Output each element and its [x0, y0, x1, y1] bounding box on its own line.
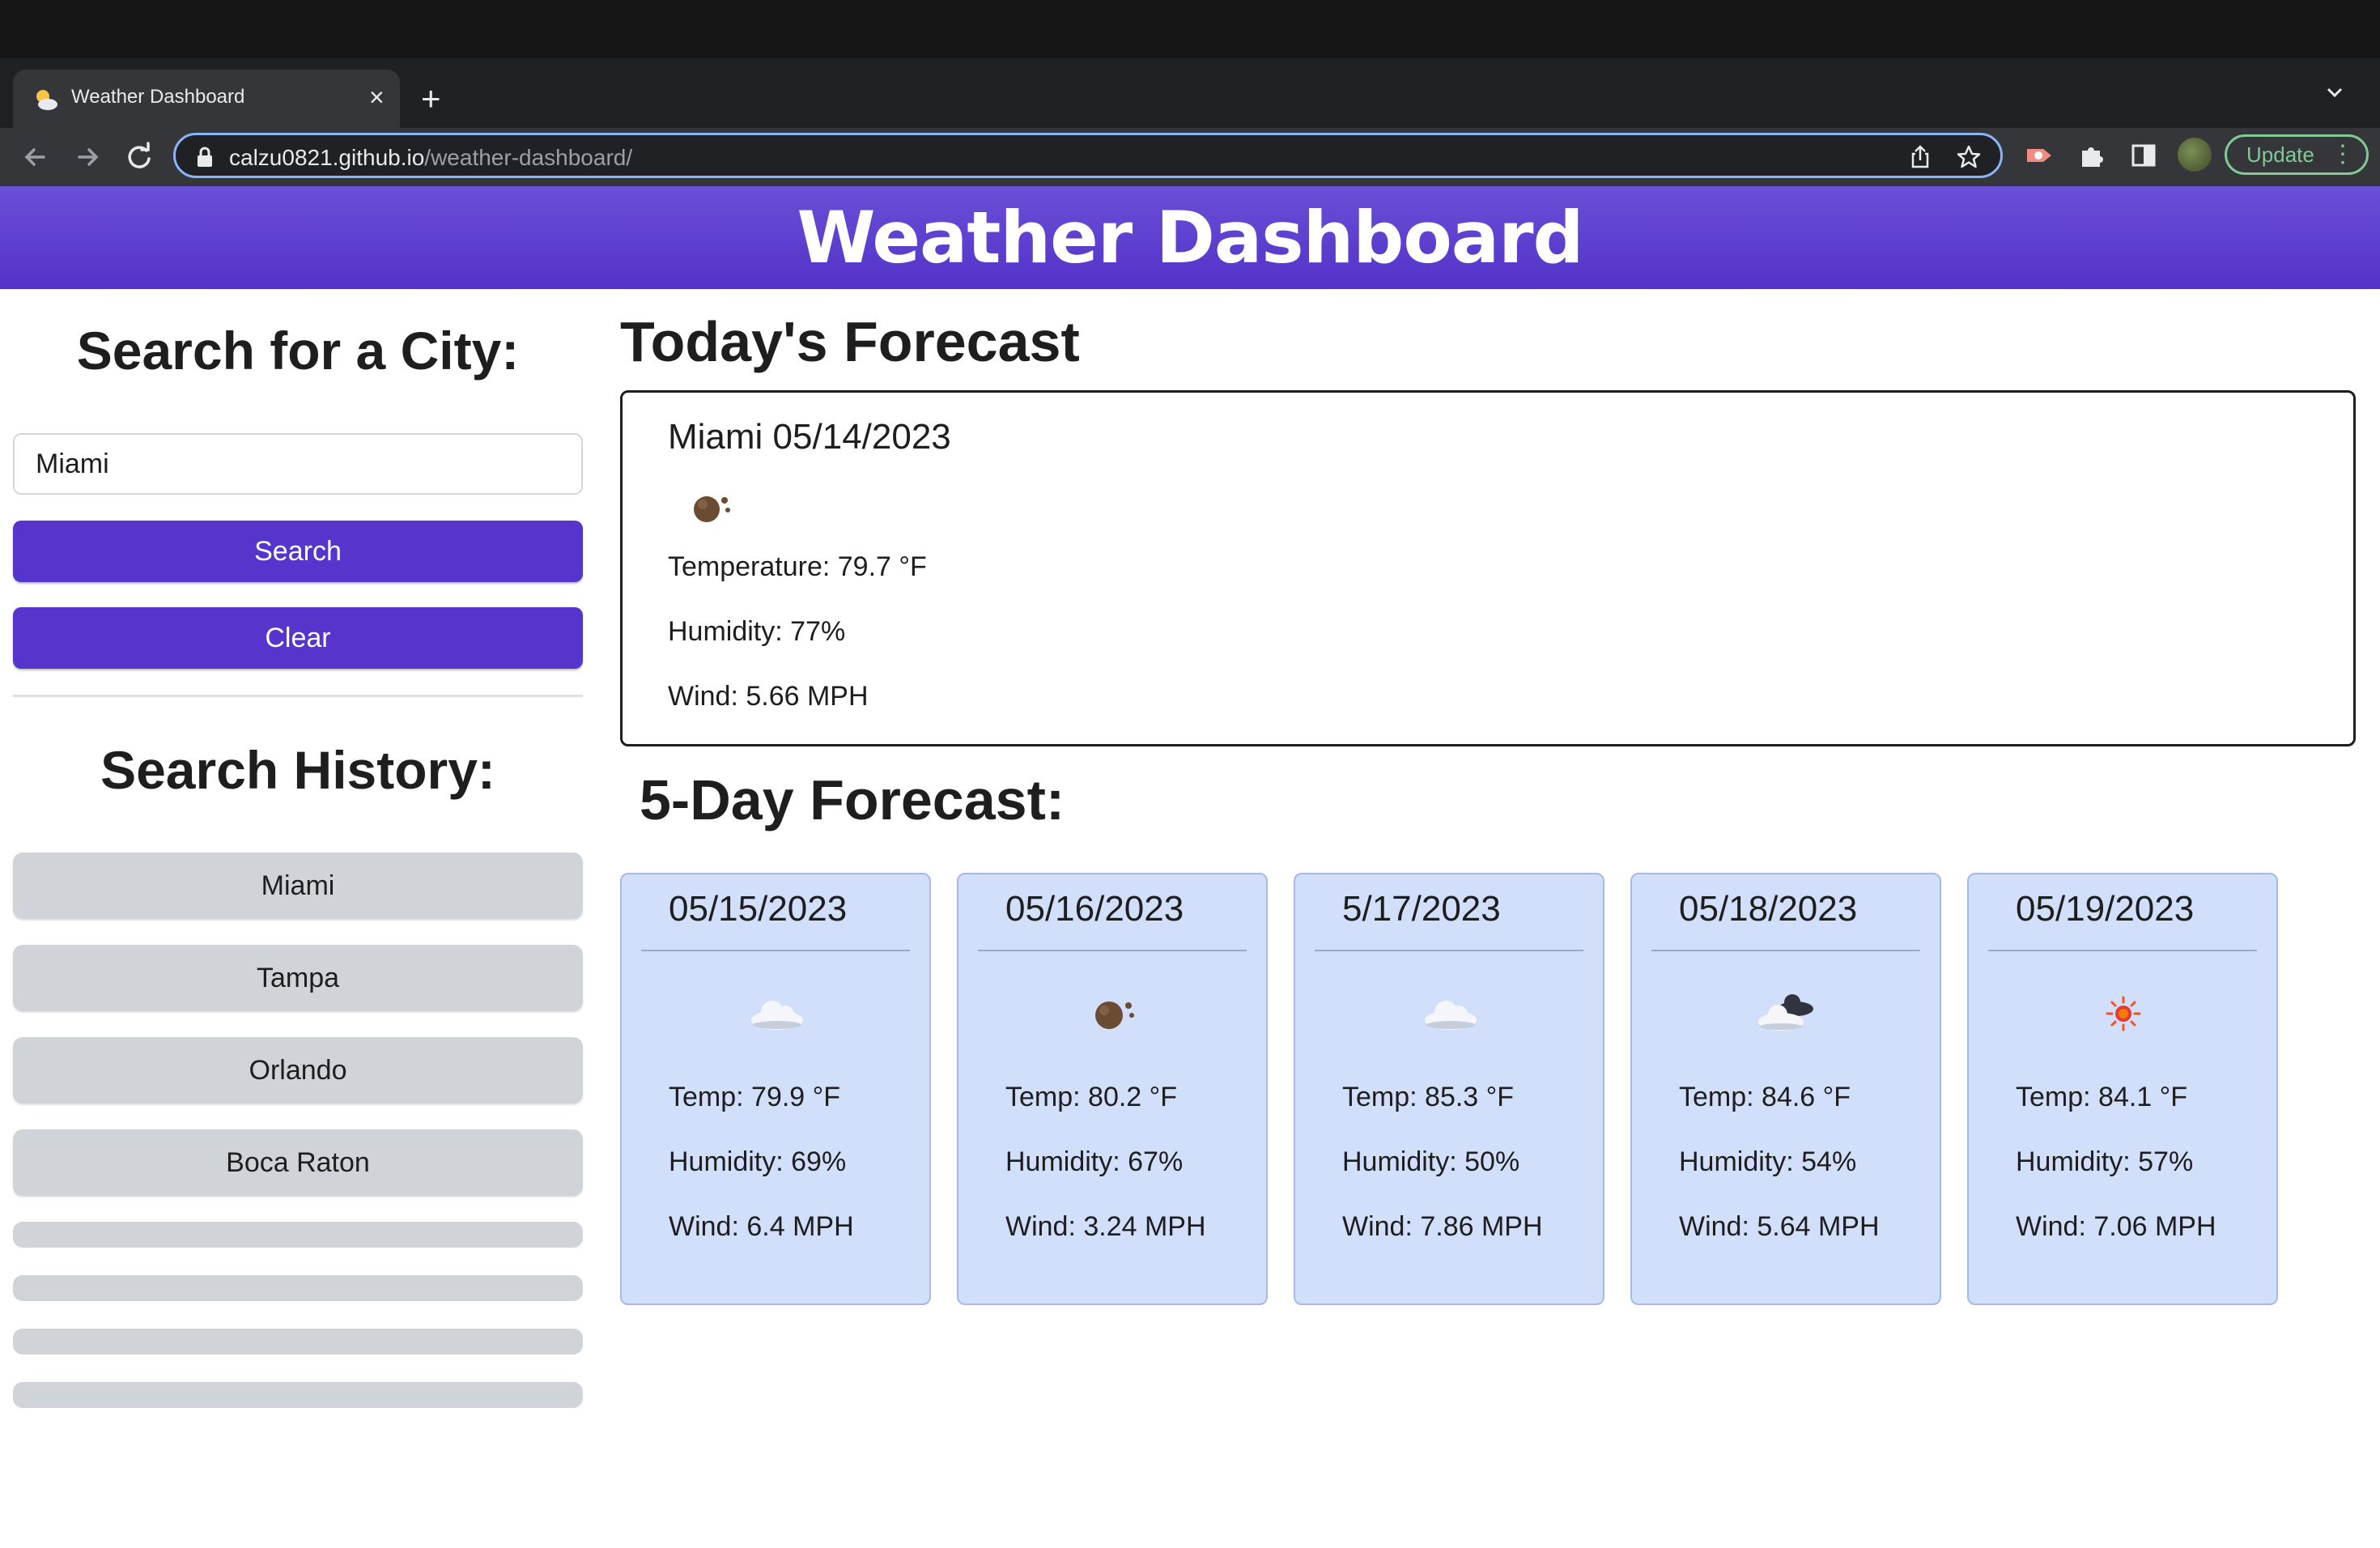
partly-cloudy-icon: [36, 90, 57, 110]
os-top-bar: [0, 0, 2380, 58]
history-button-orlando[interactable]: Orlando: [13, 1037, 583, 1104]
today-card: Miami 05/14/2023 Temperature: 79.7 °F Hu…: [620, 390, 2356, 746]
forecast-divider: [978, 950, 1247, 951]
url-host: calzu0821.github.io: [229, 145, 425, 170]
forecast-humidity: Humidity: 57%: [2016, 1146, 2194, 1177]
forecast-humidity: Humidity: 50%: [1342, 1146, 1520, 1177]
history-button-empty[interactable]: [13, 1275, 583, 1301]
lock-icon[interactable]: [195, 147, 215, 168]
forecast-wind: Wind: 3.24 MPH: [1005, 1211, 1206, 1242]
page-title: Weather Dashboard: [797, 196, 1583, 279]
forecast-temp: Temp: 84.6 °F: [1679, 1082, 1851, 1112]
browser-tab[interactable]: Weather Dashboard ×: [13, 70, 400, 128]
today-humidity: Humidity: 77%: [668, 616, 846, 647]
forecast-date: 5/17/2023: [1342, 889, 1501, 929]
forecast-divider: [1651, 950, 1920, 951]
forecast-card: 5/17/2023 Temp: 85.3 °F Humidity: 50% Wi…: [1294, 873, 1604, 1305]
forecast-card: 05/15/2023 Temp: 79.9 °F Humidity: 69% W…: [620, 873, 931, 1305]
share-icon[interactable]: [1906, 143, 1934, 171]
search-heading: Search for a City:: [76, 321, 520, 381]
broken-clouds-night-icon: [694, 496, 730, 522]
forecast-heading: 5-Day Forecast:: [640, 768, 1065, 831]
address-bar[interactable]: calzu0821.github.io/weather-dashboard/: [173, 133, 2003, 178]
forecast-date: 05/18/2023: [1679, 889, 1858, 929]
url-text[interactable]: calzu0821.github.io/weather-dashboard/: [229, 145, 632, 171]
profile-avatar[interactable]: [2178, 138, 2212, 172]
bookmark-star-icon[interactable]: [1955, 143, 1983, 171]
url-path: /weather-dashboard/: [424, 145, 633, 170]
forecast-humidity: Humidity: 69%: [669, 1146, 847, 1177]
forecast-humidity: Humidity: 54%: [1679, 1146, 1857, 1177]
history-button-empty[interactable]: [13, 1329, 583, 1354]
history-heading: Search History:: [100, 740, 495, 800]
extension-record-icon[interactable]: [2024, 139, 2056, 172]
update-button[interactable]: Update ⋮: [2225, 134, 2369, 175]
sidebar-divider: [13, 695, 583, 697]
forward-arrow-icon[interactable]: [70, 139, 105, 175]
today-temperature: Temperature: 79.7 °F: [668, 551, 927, 582]
forecast-card: 05/18/2023 Temp: 84.6 °F Humidity: 54% W…: [1630, 873, 1941, 1305]
page-header: Weather Dashboard: [0, 186, 2380, 289]
forecast-date: 05/19/2023: [2016, 889, 2195, 929]
forecast-date: 05/15/2023: [669, 889, 848, 929]
broken-clouds-night-icon: [1095, 1002, 1134, 1029]
forecast-wind: Wind: 7.86 MPH: [1342, 1211, 1543, 1242]
forecast-temp: Temp: 85.3 °F: [1342, 1082, 1515, 1112]
dark-clouds-icon: [1758, 994, 1813, 1031]
back-arrow-icon[interactable]: [18, 139, 53, 175]
close-tab-icon[interactable]: ×: [369, 81, 385, 113]
side-panel-icon[interactable]: [2127, 139, 2160, 172]
cloud-icon: [751, 1001, 803, 1030]
today-wind: Wind: 5.66 MPH: [668, 681, 869, 712]
today-city-date: Miami 05/14/2023: [668, 417, 951, 457]
forecast-temp: Temp: 80.2 °F: [1005, 1082, 1178, 1112]
update-label: Update: [2246, 142, 2314, 167]
extensions-puzzle-icon[interactable]: [2076, 139, 2108, 172]
forecast-card: 05/16/2023 Temp: 80.2 °F Humidity: 67% W…: [957, 873, 1268, 1305]
today-heading: Today's Forecast: [620, 310, 1080, 373]
forecast-divider: [641, 950, 910, 951]
tab-search-chevron-icon[interactable]: [2323, 81, 2346, 104]
history-button-boca-raton[interactable]: Boca Raton: [13, 1129, 583, 1196]
history-button-miami[interactable]: Miami: [13, 853, 583, 919]
forecast-card: 05/19/2023 Temp: 84.1 °F Humidity: 57% W…: [1967, 873, 2278, 1305]
reload-icon[interactable]: [121, 139, 157, 175]
new-tab-icon[interactable]: +: [421, 74, 441, 123]
forecast-temp: Temp: 84.1 °F: [2016, 1082, 2188, 1112]
tab-strip: Weather Dashboard ×: [0, 58, 2380, 128]
history-button-tampa[interactable]: Tampa: [13, 945, 583, 1011]
forecast-temp: Temp: 79.9 °F: [669, 1082, 841, 1112]
sun-icon: [2106, 996, 2141, 1031]
forecast-divider: [1315, 950, 1583, 951]
city-search-input[interactable]: [13, 433, 583, 495]
cloud-icon: [1425, 1001, 1477, 1030]
history-button-empty[interactable]: [13, 1222, 583, 1248]
forecast-date: 05/16/2023: [1005, 889, 1184, 929]
history-button-empty[interactable]: [13, 1382, 583, 1408]
forecast-divider: [1988, 950, 2257, 951]
clear-button[interactable]: Clear: [13, 607, 583, 669]
search-button[interactable]: Search: [13, 521, 583, 582]
forecast-wind: Wind: 7.06 MPH: [2016, 1211, 2216, 1242]
forecast-wind: Wind: 5.64 MPH: [1679, 1211, 1880, 1242]
forecast-humidity: Humidity: 67%: [1005, 1146, 1184, 1177]
more-menu-icon[interactable]: ⋮: [2331, 140, 2355, 168]
tab-title: Weather Dashboard: [71, 86, 245, 108]
forecast-wind: Wind: 6.4 MPH: [669, 1211, 854, 1242]
